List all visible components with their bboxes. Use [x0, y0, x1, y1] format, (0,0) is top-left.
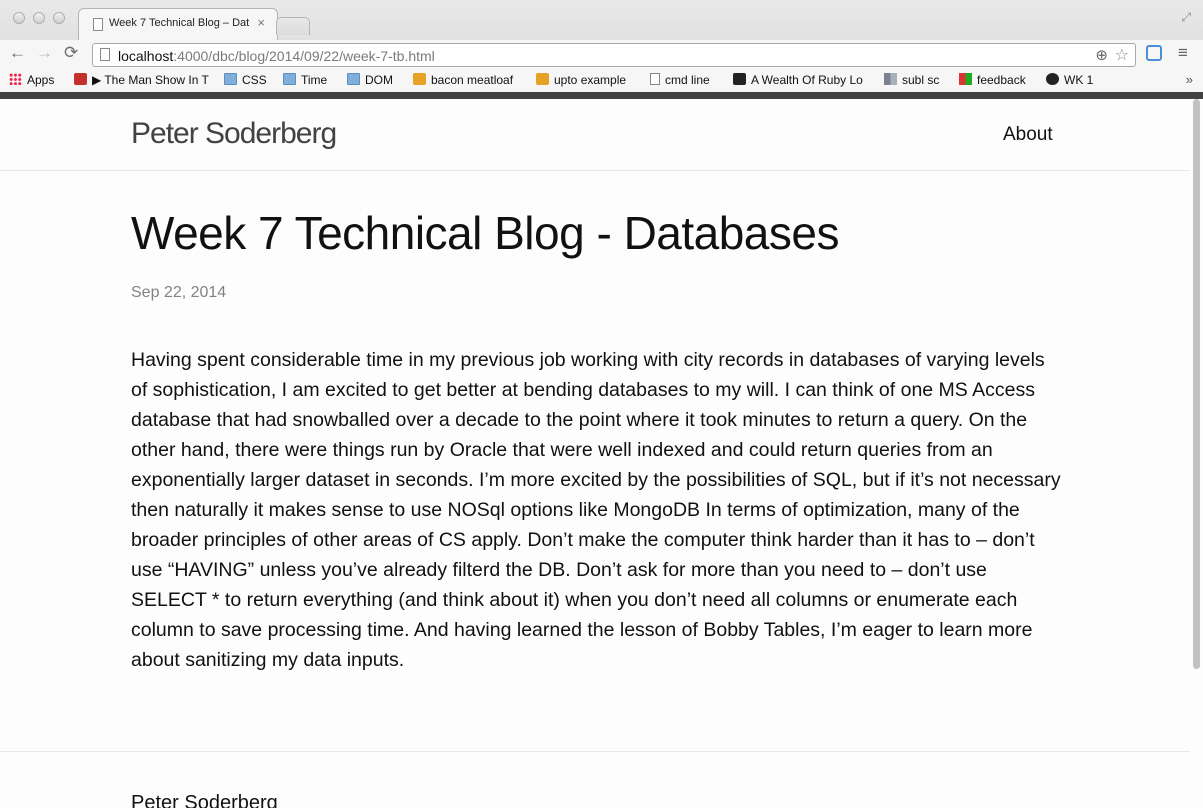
- post-body: Having spent considerable time in my pre…: [131, 349, 1061, 671]
- bookmark-bacon-meatloaf[interactable]: bacon meatloaf: [413, 73, 513, 89]
- bookmark-upto-example[interactable]: upto example: [536, 73, 626, 89]
- bookmark-label: subl sc: [902, 73, 940, 87]
- forward-icon[interactable]: →: [36, 43, 53, 63]
- folder-icon: [224, 73, 237, 85]
- bookmark-subl-sc[interactable]: subl sc: [884, 73, 939, 89]
- bookmarks-bar: Apps ▶ The Man Show In T CSS Time DOM ba…: [0, 70, 1203, 92]
- close-window-button[interactable]: [13, 12, 25, 24]
- zoom-window-button[interactable]: [53, 12, 65, 24]
- post-date: Sep 22, 2014: [131, 284, 227, 301]
- bookmark-label: A Wealth Of Ruby Lo: [751, 73, 863, 87]
- feedback-icon: [959, 73, 972, 85]
- bookmark-label: ▶ The Man Show In T: [92, 73, 209, 87]
- folder-icon: [283, 73, 296, 85]
- page-icon: [100, 48, 110, 61]
- minimize-window-button[interactable]: [33, 12, 45, 24]
- page-top-bar: [0, 92, 1203, 99]
- bookmark-wk-1[interactable]: WK 1: [1046, 73, 1093, 89]
- site-icon: [733, 73, 746, 85]
- tab-close-icon[interactable]: ×: [257, 15, 265, 30]
- grid-icon: [884, 73, 897, 85]
- vertical-scrollbar[interactable]: [1193, 99, 1200, 669]
- bookmark-time[interactable]: Time: [283, 73, 327, 89]
- bookmark-wealth-of-ruby[interactable]: A Wealth Of Ruby Lo: [733, 73, 863, 89]
- document-icon: [93, 18, 103, 31]
- bookmark-label: bacon meatloaf: [431, 73, 514, 87]
- tab-title: Week 7 Technical Blog – Databases: [109, 17, 249, 29]
- bookmark-label: CSS: [242, 73, 267, 87]
- bookmark-dom[interactable]: DOM: [347, 73, 393, 89]
- bookmark-css[interactable]: CSS: [224, 73, 267, 89]
- url-text[interactable]: localhost:4000/dbc/blog/2014/09/22/week-…: [118, 48, 435, 64]
- bookmark-cmd-line[interactable]: cmd line: [650, 73, 710, 89]
- reload-icon[interactable]: ⟳: [64, 43, 78, 63]
- footer-title: Peter Soderberg: [131, 792, 278, 808]
- address-bar[interactable]: localhost:4000/dbc/blog/2014/09/22/week-…: [92, 43, 1136, 67]
- url-path: :4000/dbc/blog/2014/09/22/week-7-tb.html: [173, 48, 435, 64]
- youtube-icon: [74, 73, 87, 85]
- new-tab-button[interactable]: [276, 17, 310, 35]
- tab-active[interactable]: Week 7 Technical Blog – Databases ×: [78, 8, 278, 40]
- butterfly-icon: [413, 73, 426, 85]
- nav-about-link[interactable]: About: [1003, 124, 1053, 146]
- folder-icon: [347, 73, 360, 85]
- back-icon[interactable]: ←: [9, 43, 26, 63]
- bookmark-label: WK 1: [1064, 73, 1094, 87]
- bookmark-apps[interactable]: Apps: [9, 73, 54, 89]
- browser-toolbar: ← → ⟳ localhost:4000/dbc/blog/2014/09/22…: [0, 40, 1203, 70]
- bookmark-label: Time: [301, 73, 328, 87]
- site-footer: Peter Soderberg: [0, 751, 1190, 808]
- bookmark-man-show[interactable]: ▶ The Man Show In T: [74, 73, 209, 89]
- url-host: localhost: [118, 48, 174, 64]
- bookmark-label: feedback: [977, 73, 1026, 87]
- bookmark-label: upto example: [554, 73, 627, 87]
- bookmark-label: DOM: [365, 73, 393, 87]
- bookmark-label: cmd line: [665, 73, 710, 87]
- bookmarks-overflow-icon[interactable]: »: [1186, 72, 1193, 87]
- apps-icon: [9, 73, 22, 85]
- site-header: Peter Soderberg About: [0, 99, 1190, 171]
- fullscreen-icon[interactable]: ⤢: [1181, 10, 1191, 25]
- menu-icon[interactable]: ≡: [1178, 43, 1188, 63]
- bolt-icon: [536, 73, 549, 85]
- site-title-link[interactable]: Peter Soderberg: [131, 117, 337, 151]
- bookmark-label: Apps: [27, 73, 55, 87]
- extension-icon[interactable]: [1146, 45, 1162, 61]
- github-icon: [1046, 73, 1059, 85]
- zoom-icon[interactable]: ⊕: [1095, 46, 1108, 64]
- bookmark-feedback[interactable]: feedback: [959, 73, 1026, 89]
- post-title: Week 7 Technical Blog - Databases: [131, 207, 839, 259]
- document-icon: [650, 73, 660, 85]
- browser-chrome: Week 7 Technical Blog – Databases × ⤢ ← …: [0, 0, 1203, 95]
- bookmark-star-icon[interactable]: ☆: [1115, 45, 1129, 65]
- tab-strip: Week 7 Technical Blog – Databases × ⤢: [0, 0, 1203, 40]
